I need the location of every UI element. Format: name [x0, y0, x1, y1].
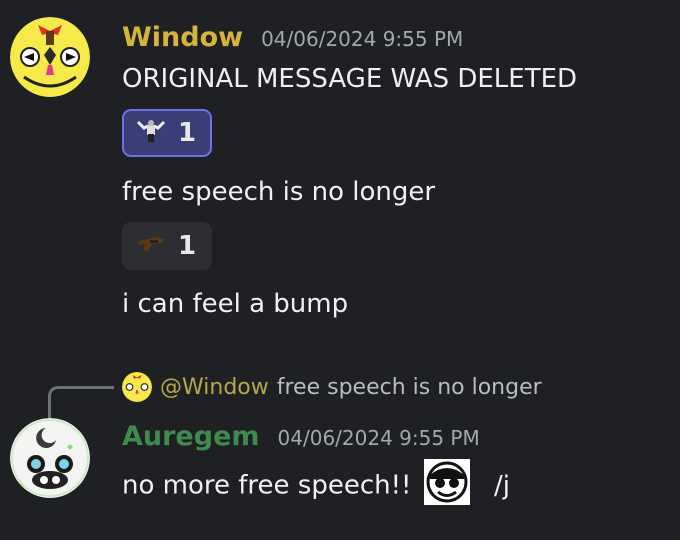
message-timestamp: 04/06/2024 9:55 PM: [277, 426, 480, 450]
flexing-figure-emoji-icon: [136, 118, 166, 148]
reaction-button[interactable]: 1: [122, 222, 212, 270]
author-name[interactable]: Auregem: [122, 421, 260, 452]
message-text-main: no more free speech!!: [122, 470, 412, 501]
reply-preview[interactable]: @Window free speech is no longer: [122, 372, 542, 402]
message-text-tone-tag: /j: [493, 470, 510, 501]
message-text: i can feel a bump: [122, 289, 349, 319]
reaction-button[interactable]: 1: [122, 109, 212, 157]
auregem-avatar[interactable]: [10, 418, 90, 498]
reply-text: free speech is no longer: [276, 374, 542, 400]
reply-avatar: [122, 372, 152, 402]
message-text: no more free speech!! /j: [122, 459, 510, 509]
author-name[interactable]: Window: [122, 22, 243, 53]
message-timestamp: 04/06/2024 9:55 PM: [261, 27, 464, 51]
reaction-count: 1: [178, 231, 197, 261]
reply-connector: [48, 386, 114, 420]
message-text: ORIGINAL MESSAGE WAS DELETED: [122, 64, 578, 94]
message-text: free speech is no longer: [122, 177, 436, 207]
reply-mention[interactable]: @Window: [160, 375, 269, 400]
window-avatar[interactable]: [10, 17, 90, 97]
chat-view: Window 04/06/2024 9:55 PM ORIGINAL MESSA…: [0, 0, 680, 540]
gun-emoji-icon: [136, 233, 166, 259]
custom-face-emoji-icon: [423, 459, 470, 505]
reaction-count: 1: [178, 118, 197, 148]
